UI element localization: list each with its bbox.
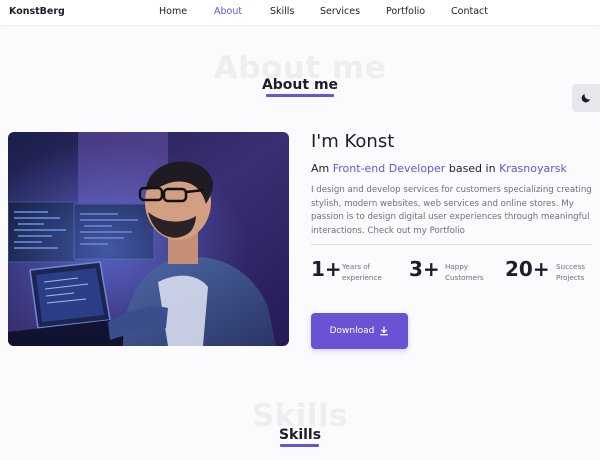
stat-customers-label: Happy Customers: [445, 261, 484, 283]
role-prefix: Am: [311, 162, 333, 175]
stat-years-label-2: experience: [342, 273, 382, 282]
nav-contact[interactable]: Contact: [451, 6, 488, 17]
main-nav: Home About Skills Services Portfolio Con…: [0, 6, 600, 20]
skills-section-title: Skills: [278, 427, 322, 443]
stat-years-label-1: Years of: [342, 262, 371, 271]
stat-customers-label-1: Happy: [445, 262, 469, 271]
stat-customers-number: 3+: [409, 257, 440, 281]
developer-photo: [8, 132, 289, 346]
stat-projects-label-2: Projects: [556, 273, 585, 282]
nav-services[interactable]: Services: [320, 6, 360, 17]
stat-years-number: 1+: [311, 257, 342, 281]
site-header: KonstBerg Home About Skills Services Por…: [0, 0, 600, 25]
role-mid: based in: [445, 162, 500, 175]
about-divider: [311, 244, 592, 245]
nav-about[interactable]: About: [214, 6, 242, 17]
nav-skills[interactable]: Skills: [270, 6, 294, 17]
role-title: Front-end Developer: [332, 162, 446, 175]
role-city: Krasnoyarsk: [499, 162, 567, 175]
download-button-label: Download: [329, 326, 375, 336]
download-cv-button[interactable]: Download: [311, 313, 408, 349]
stat-years-label: Years of experience: [342, 261, 382, 283]
theme-toggle-button[interactable]: [572, 84, 600, 112]
nav-portfolio[interactable]: Portfolio: [386, 6, 425, 17]
stat-customers-label-2: Customers: [445, 273, 484, 282]
skills-title-underline: [280, 444, 319, 447]
about-heading: I'm Konst: [311, 131, 395, 152]
about-section-title: About me: [261, 77, 339, 93]
about-role-line: Am Front-end Developer based in Krasnoya…: [311, 162, 567, 175]
download-icon: [380, 326, 389, 336]
moon-icon: [581, 94, 590, 103]
stat-projects-label: Success Projects: [556, 261, 585, 283]
stat-projects-label-1: Success: [556, 262, 585, 271]
about-description: I design and develop services for custom…: [311, 185, 592, 236]
stat-projects-number: 20+: [505, 257, 550, 281]
nav-home[interactable]: Home: [159, 6, 187, 17]
about-title-underline: [266, 94, 334, 97]
